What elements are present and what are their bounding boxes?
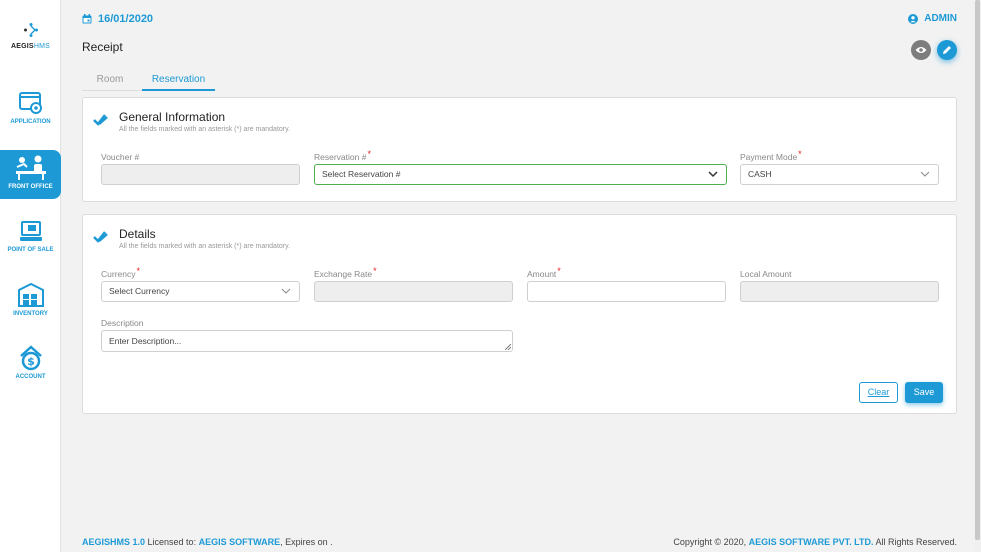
edit-button[interactable] <box>937 40 957 60</box>
sidebar-item-account[interactable]: $ ACCOUNT <box>0 345 61 395</box>
voucher-field[interactable] <box>101 164 300 185</box>
payment-mode-value: CASH <box>748 169 772 179</box>
current-date: 16/01/2020 <box>98 13 154 25</box>
sidebar-item-label: INVENTORY <box>13 311 48 317</box>
page-title: Receipt <box>82 40 123 54</box>
double-check-icon <box>93 114 108 126</box>
card-title: Details <box>119 227 156 241</box>
clear-button[interactable]: Clear <box>859 382 898 403</box>
sidebar-item-label: FRONT OFFICE <box>8 184 53 190</box>
amount-field[interactable] <box>527 281 726 302</box>
footer-product: AEGISHMS 1.0 <box>82 537 146 547</box>
payment-mode-label: Payment Mode* <box>740 149 802 162</box>
view-button[interactable] <box>911 40 931 60</box>
footer-copyright: Copyright © 2020, AEGIS SOFTWARE PVT. LT… <box>673 537 957 547</box>
footer-expires-text: , Expires on . <box>280 537 333 547</box>
svg-text:$: $ <box>27 355 35 368</box>
page-scrollbar[interactable] <box>974 0 981 552</box>
reservation-select-value: Select Reservation # <box>322 169 401 179</box>
front-office-icon <box>15 155 46 180</box>
footer-licensed-text: Licensed to: <box>145 537 199 547</box>
user-name: ADMIN <box>924 13 957 24</box>
double-check-icon <box>93 231 108 243</box>
currency-select[interactable]: Select Currency <box>101 281 300 302</box>
chevron-down-icon <box>920 171 930 177</box>
account-icon: $ <box>19 345 42 371</box>
pencil-icon <box>943 46 951 54</box>
card-subtitle: All the fields marked with an asterisk (… <box>119 243 291 250</box>
sidebar-item-label: ACCOUNT <box>15 374 46 380</box>
exchange-rate-field[interactable] <box>314 281 513 302</box>
details-card: Details All the fields marked with an as… <box>82 214 957 414</box>
point-of-sale-icon <box>19 221 42 241</box>
application-icon <box>18 92 42 114</box>
currency-select-value: Select Currency <box>109 286 170 296</box>
footer-licensee: AEGIS SOFTWARE <box>198 537 281 547</box>
sidebar-item-label: APPLICATION <box>10 119 51 125</box>
tab-bar: Room Reservation <box>82 70 957 91</box>
sidebar-item-point-of-sale[interactable]: POINT OF SALE <box>0 220 61 270</box>
exchange-rate-label: Exchange Rate* <box>314 266 377 279</box>
tab-reservation[interactable]: Reservation <box>142 70 215 91</box>
description-label: Description <box>101 318 144 328</box>
card-subtitle: All the fields marked with an asterisk (… <box>119 126 291 133</box>
card-title: General Information <box>119 110 226 124</box>
local-amount-field[interactable] <box>740 281 939 302</box>
sidebar-item-application[interactable]: APPLICATION <box>0 90 61 140</box>
description-textarea[interactable]: Enter Description... <box>101 330 513 352</box>
date-display: 16/01/2020 <box>82 13 153 25</box>
payment-mode-select[interactable]: CASH <box>740 164 939 185</box>
user-menu[interactable]: ADMIN <box>908 13 957 24</box>
eye-icon <box>915 47 927 53</box>
general-information-card: General Information All the fields marke… <box>82 97 957 202</box>
sidebar-item-front-office[interactable]: FRONT OFFICE <box>0 150 61 199</box>
sidebar-item-inventory[interactable]: INVENTORY <box>0 282 61 332</box>
footer-license: AEGISHMS 1.0 Licensed to: AEGIS SOFTWARE… <box>82 537 333 547</box>
sidebar: AEGISHMS APPLICATION FRONT OFFICE POINT <box>0 0 61 552</box>
currency-label: Currency* <box>101 266 140 279</box>
reservation-select[interactable]: Select Reservation # <box>314 164 727 185</box>
tab-room[interactable]: Room <box>82 70 138 91</box>
local-amount-label: Local Amount <box>740 269 792 279</box>
chevron-down-icon <box>708 171 718 178</box>
sidebar-item-label: POINT OF SALE <box>7 247 54 253</box>
chevron-down-icon <box>281 288 291 294</box>
inventory-icon <box>17 282 44 307</box>
resize-handle-icon[interactable] <box>505 344 511 350</box>
reservation-label: Reservation #* <box>314 149 371 162</box>
footer-company: AEGIS SOFTWARE PVT. LTD. <box>748 537 874 547</box>
voucher-label: Voucher # <box>101 152 140 162</box>
logo-text: AEGISHMS <box>11 43 50 50</box>
description-placeholder: Enter Description... <box>109 336 182 346</box>
amount-label: Amount* <box>527 266 561 279</box>
footer-copyright-text: Copyright © 2020, <box>673 537 749 547</box>
user-icon <box>908 13 919 24</box>
app-logo[interactable]: AEGISHMS <box>0 22 61 50</box>
calendar-icon <box>82 14 92 24</box>
footer-rights-text: All Rights Reserved. <box>873 537 957 547</box>
save-button[interactable]: Save <box>905 382 943 403</box>
logo-icon <box>23 23 38 37</box>
scrollbar-thumb[interactable] <box>975 0 980 540</box>
